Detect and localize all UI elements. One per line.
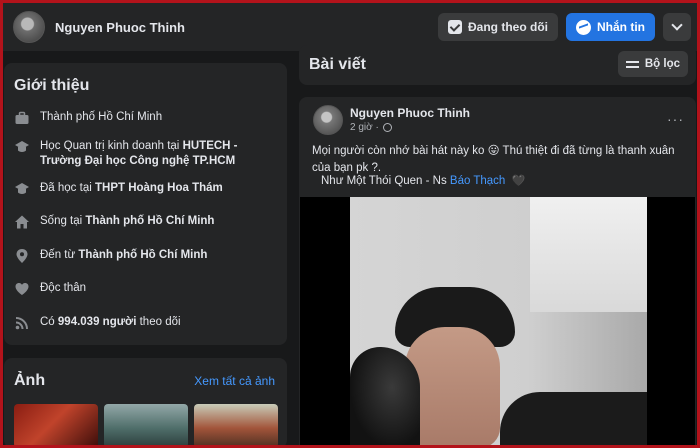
intro-item-label: Học Quan trị kinh doanh tại HUTECH - Trư…	[40, 140, 238, 167]
post-card: Nguyen Phuoc Thinh 2 giờ · ··· Mọi người…	[299, 97, 696, 448]
location-pin-icon	[14, 248, 30, 264]
intro-title: Giới thiệu	[14, 77, 90, 94]
photo-thumbnail[interactable]	[104, 404, 188, 448]
header-actions: Đang theo dõi Nhắn tin	[438, 13, 691, 41]
messenger-icon	[576, 19, 591, 35]
post-time-text: 2 giờ ·	[350, 122, 379, 133]
song-title: Như Một Thói Quen - Ns	[321, 175, 450, 187]
post-song-line: Như Một Thói Quen - Ns Báo Thạch 🖤	[321, 174, 525, 187]
intro-item-label: Độc thân	[40, 282, 87, 294]
posts-title: Bài viết	[309, 56, 366, 73]
intro-card: Giới thiệu Thành phố Hồ Chí Minh Học Qua…	[4, 63, 287, 345]
profile-header: Nguyen Phuoc Thinh Đang theo dõi Nhắn ti…	[3, 3, 697, 51]
intro-item-workplace: Thành phố Hồ Chí Minh	[14, 110, 279, 126]
profile-name[interactable]: Nguyen Phuoc Thinh	[55, 20, 185, 35]
post-text: Mọi người còn nhớ bài hát này ko 😛 Thú t…	[312, 145, 675, 174]
post-more-button[interactable]: ···	[667, 111, 684, 127]
filter-button[interactable]: Bộ lọc	[617, 51, 688, 77]
intro-item-label: Đã học tại THPT Hoàng Hoa Thám	[40, 182, 223, 194]
more-options-button[interactable]	[663, 13, 691, 41]
following-button[interactable]: Đang theo dõi	[438, 13, 558, 41]
message-label: Nhắn tin	[597, 20, 645, 34]
posts-header-card: Bài viết Bộ lọc	[299, 45, 696, 85]
photo-thumbnail[interactable]	[14, 404, 98, 448]
intro-item-from: Đến từ Thành phố Hồ Chí Minh	[14, 248, 279, 264]
rss-icon	[14, 315, 30, 331]
intro-item-study: Học Quan trị kinh doanh tại HUTECH - Trư…	[14, 139, 279, 169]
post-author-name[interactable]: Nguyen Phuoc Thinh	[350, 106, 470, 120]
chevron-down-icon	[671, 19, 683, 31]
following-label: Đang theo dõi	[468, 20, 548, 34]
photos-title: Ảnh	[14, 372, 46, 389]
home-icon	[14, 214, 30, 230]
post-author-avatar[interactable]	[313, 105, 343, 135]
artist-link[interactable]: Báo Thạch	[450, 175, 505, 187]
post-timestamp[interactable]: 2 giờ ·	[350, 122, 392, 133]
message-button[interactable]: Nhắn tin	[566, 13, 655, 41]
video-subject-shoulder	[500, 392, 647, 448]
video-background	[530, 197, 647, 312]
graduation-cap-icon	[14, 139, 30, 155]
intro-item-label: Sống tại Thành phố Hồ Chí Minh	[40, 215, 215, 227]
heart-icon	[14, 281, 30, 297]
intro-item-label: Có 994.039 người theo dõi	[40, 316, 181, 328]
post-video[interactable]	[300, 197, 695, 448]
filter-label: Bộ lọc	[644, 58, 680, 70]
intro-item-relationship: Độc thân	[14, 281, 279, 297]
check-icon	[448, 20, 462, 34]
intro-item-lives-in: Sống tại Thành phố Hồ Chí Minh	[14, 214, 279, 230]
graduation-cap-icon	[14, 181, 30, 197]
intro-item-followers[interactable]: Có 994.039 người theo dõi	[14, 315, 279, 331]
video-microphone	[350, 347, 420, 448]
photo-thumbnail[interactable]	[194, 404, 278, 448]
see-all-photos-link[interactable]: Xem tất cả ảnh	[194, 374, 275, 388]
intro-item-highschool: Đã học tại THPT Hoàng Hoa Thám	[14, 181, 279, 197]
globe-icon	[382, 123, 392, 132]
profile-avatar[interactable]	[13, 11, 45, 43]
video-frame	[350, 197, 647, 448]
intro-item-label: Thành phố Hồ Chí Minh	[40, 111, 163, 123]
sliders-icon	[625, 59, 639, 69]
photos-card: Ảnh Xem tất cả ảnh	[4, 358, 287, 448]
briefcase-icon	[14, 110, 30, 126]
intro-item-label: Đến từ Thành phố Hồ Chí Minh	[40, 249, 208, 261]
black-heart-emoji: 🖤	[511, 175, 526, 187]
